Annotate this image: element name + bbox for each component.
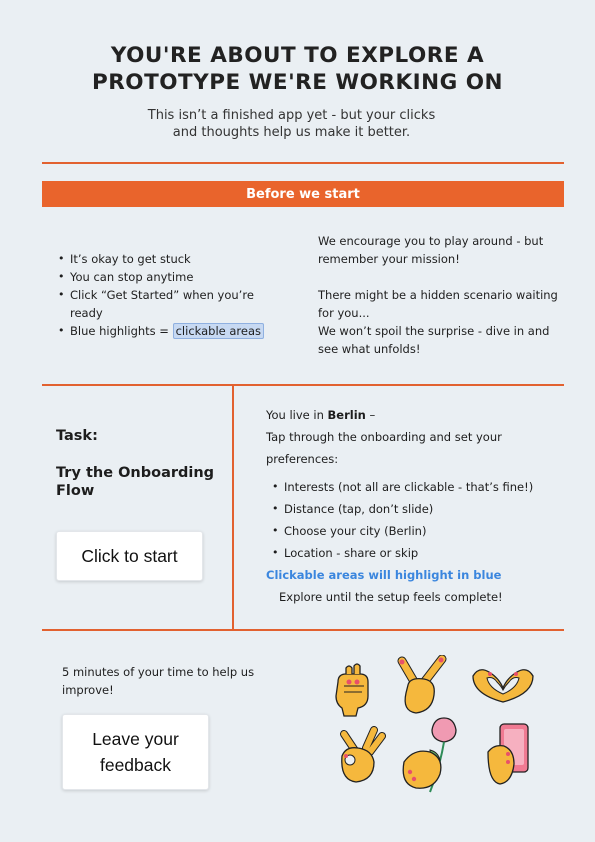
tulip-hand-icon	[400, 712, 470, 796]
ok-hand-icon	[334, 726, 386, 786]
before-right-text: We encourage you to play around - but re…	[318, 232, 558, 358]
title-line-1: YOU'RE ABOUT TO EXPLORE A	[110, 43, 485, 68]
feedback-button-line1: Leave your	[92, 729, 179, 749]
task-instructions: You live in Berlin – Tap through the onb…	[266, 404, 556, 608]
task-intro-line2: Tap through the onboarding and set your …	[266, 430, 502, 466]
intro-city: Berlin	[327, 408, 366, 422]
intro-suffix: –	[365, 408, 376, 422]
task-column-divider	[232, 385, 234, 630]
encourage-text: We encourage you to play around - but re…	[318, 234, 544, 266]
feedback-text: 5 minutes of your time to help us improv…	[62, 665, 255, 697]
intro-prefix: You live in	[266, 408, 328, 422]
title-line-2: PROTOTYPE WE'RE WORKING ON	[91, 70, 503, 95]
explore-text: Explore until the setup feels complete!	[279, 590, 503, 604]
task-step: Interests (not all are clickable - that’…	[266, 476, 556, 498]
phone-hand-icon	[484, 722, 534, 786]
clickable-blue-note: Clickable areas will highlight in blue	[266, 568, 502, 582]
no-spoil-text: We won’t spoil the surprise - dive in an…	[318, 324, 550, 356]
fist-hand-icon	[330, 660, 378, 718]
heart-hands-icon	[468, 664, 538, 706]
before-bullet-highlight: Blue highlights = clickable areas	[58, 322, 288, 340]
task-step: Location - share or skip	[266, 542, 556, 564]
task-step: Distance (tap, don’t slide)	[266, 498, 556, 520]
before-bullet: Click “Get Started” when you’re ready	[58, 286, 288, 322]
peace-hand-icon	[392, 655, 452, 719]
before-bullet: It’s okay to get stuck	[58, 250, 288, 268]
leave-feedback-button[interactable]: Leave your feedback	[62, 714, 209, 790]
divider-bottom	[42, 629, 564, 631]
task-step: Choose your city (Berlin)	[266, 520, 556, 542]
page-title: YOU'RE ABOUT TO EXPLORE A PROTOTYPE WE'R…	[0, 42, 595, 96]
before-list: It’s okay to get stuck You can stop anyt…	[58, 250, 288, 340]
clickable-areas-highlight: clickable areas	[172, 323, 265, 339]
hidden-scenario-text: There might be a hidden scenario waiting…	[318, 288, 558, 320]
divider-middle	[42, 384, 564, 386]
feedback-button-line2: feedback	[99, 755, 172, 775]
subtitle-line-1: This isn’t a finished app yet - but your…	[147, 108, 436, 123]
before-bullet: You can stop anytime	[58, 268, 288, 286]
click-to-start-button[interactable]: Click to start	[56, 531, 203, 581]
highlight-prefix: Blue highlights =	[70, 324, 173, 338]
task-intro: You live in Berlin –	[266, 404, 556, 426]
subtitle-line-2: and thoughts help us make it better.	[172, 125, 411, 140]
page-subtitle: This isn’t a finished app yet - but your…	[0, 107, 583, 141]
divider-top	[42, 162, 564, 164]
task-label: Task:	[56, 428, 98, 444]
task-title: Try the Onboarding Flow	[56, 465, 215, 499]
before-banner: Before we start	[42, 181, 564, 207]
